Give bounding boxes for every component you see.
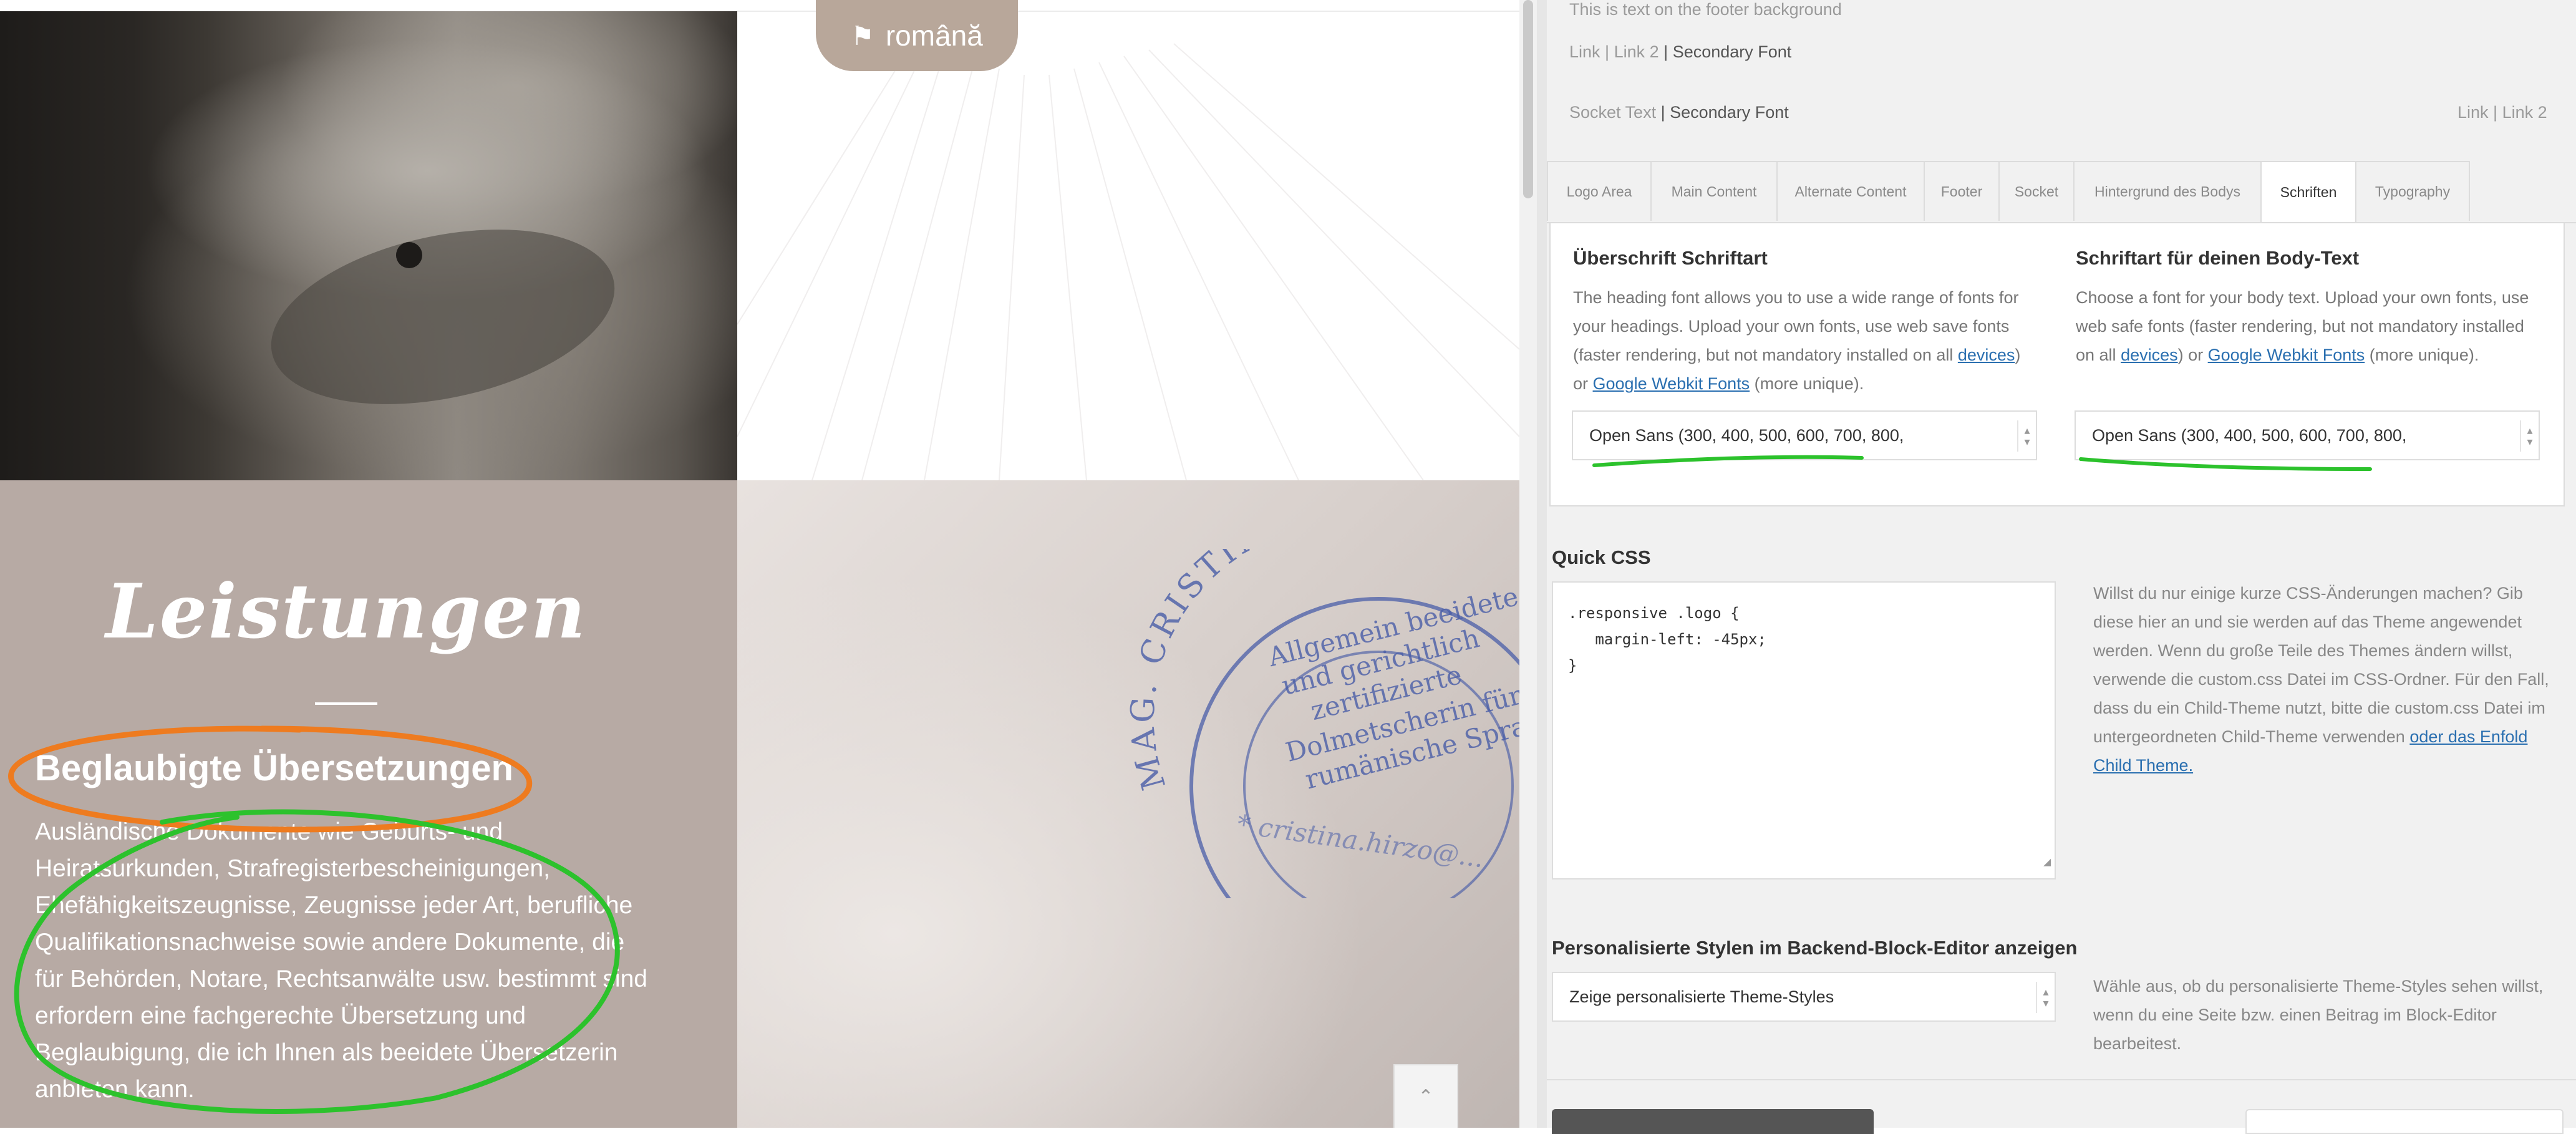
pane-divider[interactable] <box>1537 0 1547 1128</box>
services-title: Leistungen <box>105 568 587 656</box>
tab-body-background[interactable]: Hintergrund des Bodys <box>2073 161 2262 221</box>
fonts-settings-box: Überschrift Schriftart The heading font … <box>1549 222 2565 506</box>
heading-font-description: The heading font allows you to use a wid… <box>1573 288 2021 393</box>
tab-alternate-content[interactable]: Alternate Content <box>1776 161 1925 221</box>
resize-grip-icon[interactable]: ◢ <box>2043 848 2051 875</box>
block-editor-styles-label: Personalisierte Stylen im Backend-Block-… <box>1552 937 2078 959</box>
socket-sample-text: Socket Text | Secondary Font <box>1569 103 1789 122</box>
title-divider <box>315 702 377 705</box>
tab-socket[interactable]: Socket <box>1998 161 2075 221</box>
tab-main-content[interactable]: Main Content <box>1650 161 1778 221</box>
service-heading: Beglaubigte Übersetzungen <box>35 748 513 788</box>
body-font-setting: Schriftart für deinen Body-Text Choose a… <box>2076 247 2537 369</box>
styling-tabs: Logo Area Main Content Alternate Content… <box>1547 161 2576 223</box>
save-all-changes-button[interactable] <box>1552 1109 1874 1134</box>
signpost-icon: ⚑ <box>851 21 874 51</box>
scroll-to-top-button[interactable]: ⌃ <box>1393 1064 1458 1128</box>
tab-logo-area[interactable]: Logo Area <box>1547 161 1652 221</box>
decorative-rays <box>737 43 1519 480</box>
heading-font-title: Überschrift Schriftart <box>1573 247 1768 269</box>
socket-sample-links: Link | Link 2 <box>2457 103 2547 122</box>
secondary-font-sample: Secondary Font <box>1670 103 1789 122</box>
tab-footer[interactable]: Footer <box>1924 161 2000 221</box>
select-arrows-icon: ▴ ▾ <box>2017 420 2036 452</box>
sample-link[interactable]: Link 2 <box>2502 103 2547 122</box>
reset-options-button[interactable] <box>2245 1109 2564 1134</box>
secondary-font-sample: Secondary Font <box>1672 42 1792 61</box>
quick-css-label: Quick CSS <box>1552 546 1651 568</box>
body-font-select[interactable]: Open Sans (300, 400, 500, 600, 700, 800,… <box>2075 410 2540 460</box>
body-font-description: Choose a font for your body text. Upload… <box>2076 288 2529 364</box>
language-switch-button[interactable]: ⚑ română <box>816 0 1018 71</box>
photo-crossed-arms <box>255 201 631 433</box>
hero-photo-suit <box>0 11 737 480</box>
scrollbar-thumb[interactable] <box>1523 0 1533 198</box>
section-divider <box>1547 1079 2576 1080</box>
header-area <box>737 0 1519 480</box>
block-editor-styles-help: Wähle aus, ob du personalisierte Theme-S… <box>2093 977 2544 1053</box>
service-description: Ausländische Dokumente wie Geburts- und … <box>35 818 647 1103</box>
select-arrows-icon: ▴ ▾ <box>2520 420 2539 452</box>
quick-css-textarea[interactable]: .responsive .logo { margin-left: -45px; … <box>1552 581 2056 880</box>
body-font-title: Schriftart für deinen Body-Text <box>2076 247 2360 269</box>
tab-typography[interactable]: Typography <box>2355 161 2470 221</box>
translator-seal: MAG. CRISTINA HIRZO Allgemein beeidete u… <box>1124 549 1519 898</box>
seal-bottom-text: * cristina.hirzo@... <box>1235 808 1486 873</box>
google-webkit-fonts-link[interactable]: Google Webkit Fonts <box>2208 346 2365 364</box>
heading-font-setting: Überschrift Schriftart The heading font … <box>1573 247 2035 398</box>
website-preview: ⚑ română Leistungen Beglaubigte Übersetz… <box>0 0 1519 1128</box>
select-arrows-icon: ▴ ▾ <box>2036 982 2055 1013</box>
heading-font-select[interactable]: Open Sans (300, 400, 500, 600, 700, 800,… <box>1572 410 2037 460</box>
google-webkit-fonts-link[interactable]: Google Webkit Fonts <box>1593 374 1750 393</box>
preview-scrollbar[interactable] <box>1519 0 1537 1128</box>
services-panel: Leistungen Beglaubigte Übersetzungen Aus… <box>0 480 737 1128</box>
tab-fonts[interactable]: Schriften <box>2260 161 2356 222</box>
language-button-label: română <box>885 19 983 52</box>
devices-link[interactable]: devices <box>1958 346 2015 364</box>
sample-link[interactable]: Link <box>2457 103 2489 122</box>
footer-sample-text: This is text on the footer background <box>1569 0 1842 19</box>
quick-css-help: Willst du nur einige kurze CSS-Änderunge… <box>2093 584 2549 775</box>
photo-jacket-button <box>396 242 422 268</box>
sample-link[interactable]: Link <box>1569 42 1600 61</box>
chevron-up-icon: ⌃ <box>1418 1086 1434 1107</box>
footer-sample-links: Link | Link 2 | Secondary Font <box>1569 42 1792 61</box>
sample-link[interactable]: Link 2 <box>1614 42 1659 61</box>
block-editor-styles-select[interactable]: Zeige personalisierte Theme-Styles ▴ ▾ <box>1552 972 2056 1022</box>
devices-link[interactable]: devices <box>2121 346 2178 364</box>
